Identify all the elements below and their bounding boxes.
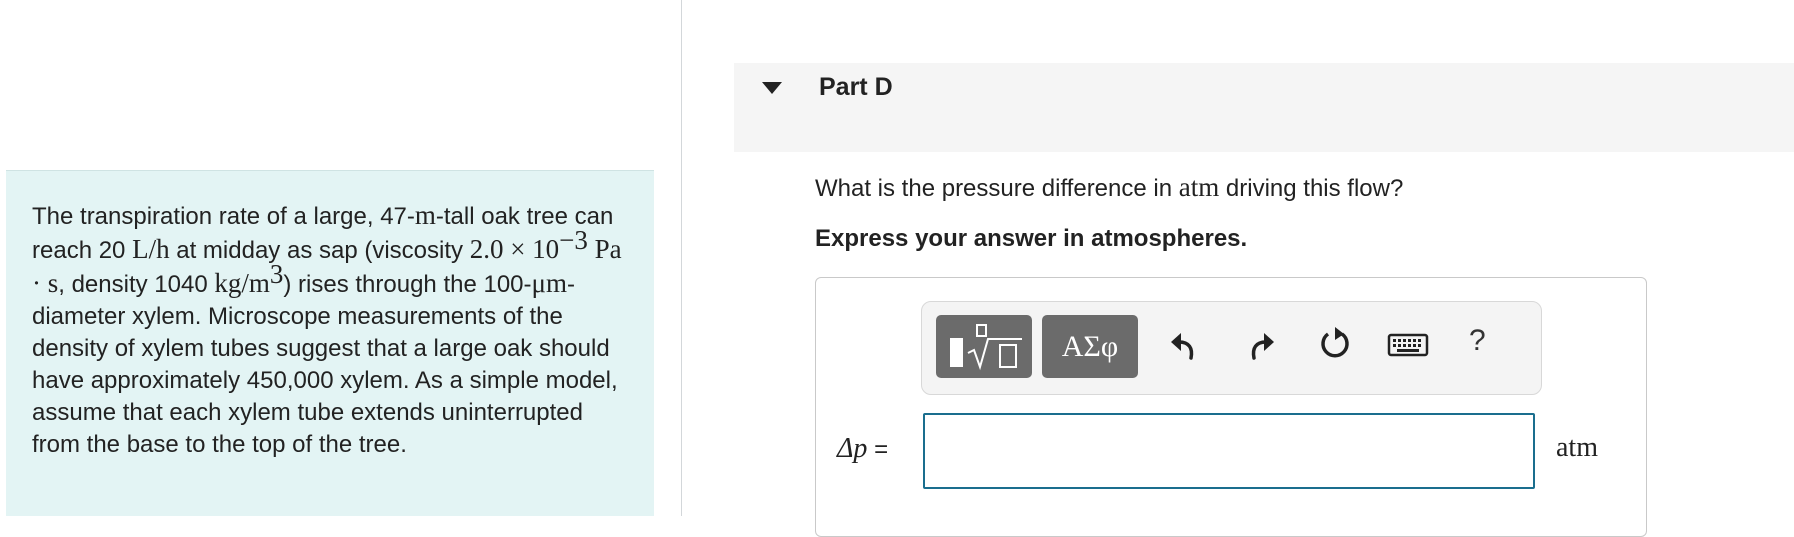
keyboard-icon <box>1387 333 1429 357</box>
math-toolbar: ΑΣφ ? <box>921 301 1542 395</box>
greek-letters-button[interactable]: ΑΣφ <box>1042 315 1138 378</box>
help-button[interactable]: ? <box>1469 324 1486 358</box>
answer-instruction: Express your answer in atmospheres. <box>815 225 1248 252</box>
panel-divider <box>681 0 682 516</box>
problem-text: The transpiration rate of a large, 47-m-… <box>32 200 622 458</box>
redo-button[interactable] <box>1240 324 1280 364</box>
problem-statement-panel: The transpiration rate of a large, 47-m-… <box>6 170 654 516</box>
undo-button[interactable] <box>1165 324 1205 364</box>
question-text: What is the pressure difference in atm d… <box>815 172 1404 202</box>
reset-icon <box>1321 327 1349 358</box>
reset-button[interactable] <box>1315 324 1355 364</box>
collapse-caret-icon[interactable] <box>762 82 782 94</box>
answer-label: Δp = <box>837 433 889 464</box>
keyboard-button[interactable] <box>1386 324 1430 364</box>
templates-icon <box>967 324 1022 371</box>
undo-icon <box>1171 333 1194 360</box>
answer-unit: atm <box>1556 432 1598 463</box>
templates-button[interactable] <box>936 315 1032 378</box>
part-title: Part D <box>819 73 893 101</box>
part-header[interactable]: Part D <box>734 63 1794 152</box>
answer-input[interactable] <box>923 413 1535 489</box>
redo-icon <box>1251 333 1274 360</box>
